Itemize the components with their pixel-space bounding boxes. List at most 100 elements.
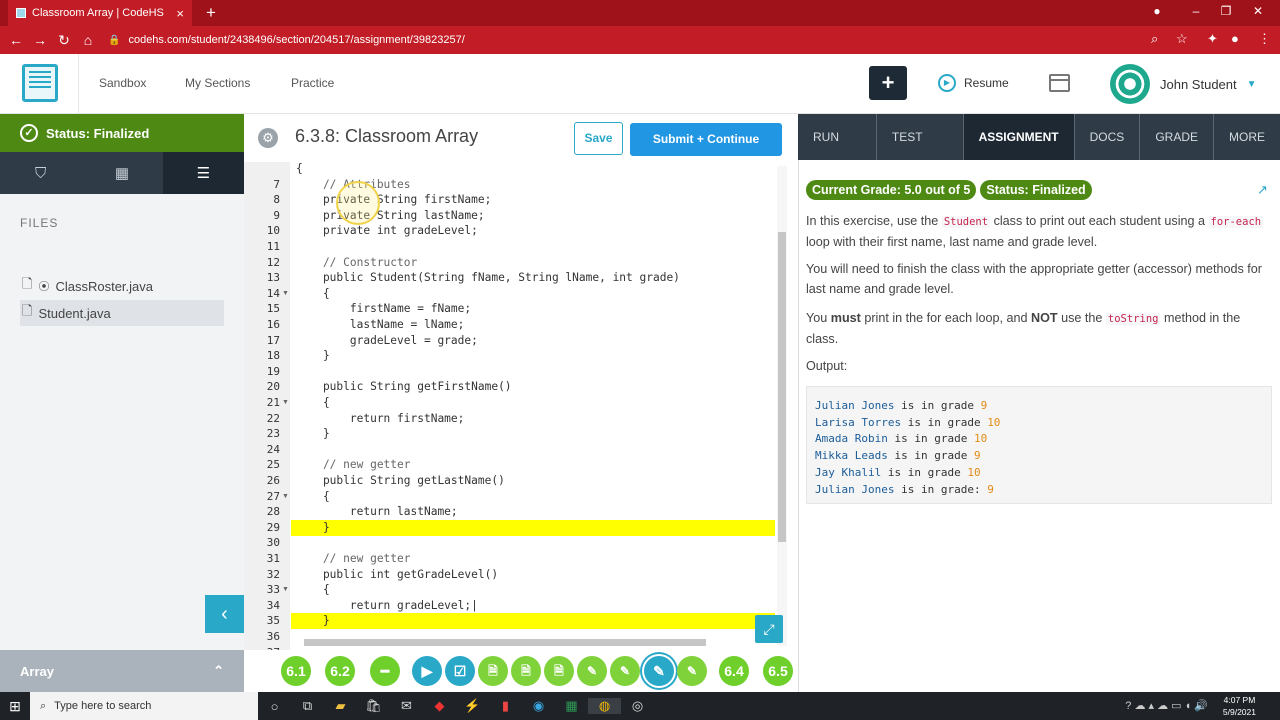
layout-icon[interactable] bbox=[1049, 74, 1070, 92]
maximize-button[interactable]: ❐ bbox=[1211, 4, 1241, 18]
code-line[interactable]: } bbox=[296, 427, 330, 440]
bookmark-star-icon[interactable]: ☆ bbox=[1176, 31, 1188, 47]
tab-run-code[interactable]: RUN CODE bbox=[798, 114, 877, 190]
minimize-button[interactable]: – bbox=[1181, 4, 1211, 18]
nav-practice[interactable]: Practice bbox=[291, 76, 334, 90]
horizontal-scrollbar[interactable] bbox=[290, 638, 775, 647]
close-tab-icon[interactable]: × bbox=[176, 6, 184, 21]
code-line[interactable]: firstName = fName; bbox=[296, 302, 471, 315]
browser-tab[interactable]: Classroom Array | CodeHS × bbox=[8, 0, 192, 26]
code-line[interactable]: { bbox=[296, 287, 330, 300]
lesson-6-5[interactable]: 6.5 bbox=[763, 656, 793, 686]
close-window-button[interactable]: ✕ bbox=[1243, 4, 1273, 18]
fold-arrow-icon[interactable]: ▼ bbox=[282, 586, 289, 593]
vertical-scrollbar[interactable] bbox=[777, 166, 787, 646]
code-line[interactable]: // new getter bbox=[296, 552, 411, 565]
scroll-thumb[interactable] bbox=[778, 232, 786, 542]
pencil-icon[interactable]: ✎ bbox=[577, 656, 607, 686]
edge-icon[interactable]: ◉ bbox=[522, 698, 555, 714]
forward-icon[interactable]: → bbox=[28, 32, 52, 48]
minus-icon[interactable]: ━ bbox=[370, 656, 400, 686]
code-line[interactable]: return firstName; bbox=[296, 412, 465, 425]
code-line[interactable]: lastName = lName; bbox=[296, 318, 465, 331]
lesson-6-2[interactable]: 6.2 bbox=[325, 656, 355, 686]
codehs-logo-icon[interactable] bbox=[22, 64, 58, 102]
nav-my-sections[interactable]: My Sections bbox=[185, 76, 250, 90]
calendar-tab[interactable]: ▦ bbox=[81, 152, 162, 194]
code-line[interactable]: private String firstName; bbox=[296, 193, 491, 206]
url-field[interactable]: codehs.com/student/2438496/section/20451… bbox=[128, 34, 464, 46]
lesson-6-1[interactable]: 6.1 bbox=[281, 656, 311, 686]
video-icon[interactable]: ▶ bbox=[412, 656, 442, 686]
file-item-classroster[interactable]: 🗋 ⦿ ClassRoster.java bbox=[20, 273, 224, 299]
task-view-icon[interactable]: ⧉ bbox=[291, 698, 324, 714]
lesson-6-4[interactable]: 6.4 bbox=[719, 656, 749, 686]
code-line[interactable]: public String getFirstName() bbox=[296, 380, 512, 393]
app-icon[interactable]: ◆ bbox=[423, 698, 456, 714]
code-line[interactable]: private String lastName; bbox=[296, 209, 485, 222]
code-line[interactable]: // Constructor bbox=[296, 256, 417, 269]
fold-arrow-icon[interactable]: ▼ bbox=[282, 290, 289, 297]
code-line[interactable]: { bbox=[296, 162, 303, 175]
cortana-icon[interactable]: ○ bbox=[258, 699, 291, 714]
code-line[interactable]: public String getLastName() bbox=[296, 474, 505, 487]
section-bar[interactable]: Array ⌃ bbox=[0, 650, 244, 692]
expand-icon[interactable]: ⤢ bbox=[755, 615, 783, 643]
code-line[interactable]: } bbox=[296, 614, 330, 627]
files-tab[interactable]: ☰ bbox=[162, 152, 244, 194]
nav-sandbox[interactable]: Sandbox bbox=[99, 76, 146, 90]
map-tab[interactable]: ⛉ bbox=[0, 152, 81, 194]
app-icon[interactable]: ◎ bbox=[621, 698, 654, 714]
create-button[interactable]: + bbox=[869, 66, 907, 100]
code-line[interactable]: { bbox=[296, 396, 330, 409]
document-icon[interactable]: 🗎 bbox=[478, 656, 508, 686]
file-explorer-icon[interactable]: ▰ bbox=[324, 698, 357, 714]
code-editor[interactable]: {7 // Attributes 8 private String firstNa… bbox=[244, 162, 788, 650]
fold-arrow-icon[interactable]: ▼ bbox=[282, 399, 289, 406]
home-icon[interactable]: ⌂ bbox=[76, 32, 100, 48]
tab-docs[interactable]: DOCS bbox=[1075, 114, 1141, 160]
app-icon[interactable]: ⚡ bbox=[456, 698, 489, 714]
user-menu[interactable]: John Student ▼ bbox=[1110, 64, 1257, 104]
menu-dots-icon[interactable]: ⋮ bbox=[1258, 31, 1271, 47]
external-link-icon[interactable]: ↗ bbox=[1257, 182, 1268, 198]
chrome-icon[interactable]: ◍ bbox=[588, 698, 621, 714]
pencil-icon[interactable]: ✎ bbox=[677, 656, 707, 686]
tab-assignment[interactable]: ASSIGNMENT bbox=[963, 114, 1075, 160]
document-icon[interactable]: 🗎 bbox=[511, 656, 541, 686]
app-icon[interactable]: ▮ bbox=[489, 698, 522, 714]
check-square-icon[interactable]: ☑ bbox=[445, 656, 475, 686]
pencil-icon-current[interactable]: ✎ bbox=[644, 656, 674, 686]
collapse-sidebar-button[interactable]: ‹ bbox=[205, 595, 244, 633]
new-tab-button[interactable]: + bbox=[202, 3, 220, 23]
extensions-icon[interactable]: ✦ bbox=[1207, 31, 1218, 47]
excel-icon[interactable]: ▦ bbox=[555, 698, 588, 714]
store-icon[interactable]: 🛍 bbox=[357, 698, 390, 714]
code-line[interactable]: } bbox=[296, 521, 330, 534]
fold-arrow-icon[interactable]: ▼ bbox=[282, 493, 289, 500]
zoom-icon[interactable]: ⌕ bbox=[1151, 31, 1158, 47]
code-line[interactable]: // new getter bbox=[296, 458, 411, 471]
mail-icon[interactable]: ✉ bbox=[390, 698, 423, 714]
resume-button[interactable]: ▶ Resume bbox=[938, 74, 1009, 92]
tab-grade[interactable]: GRADE bbox=[1140, 114, 1214, 160]
scroll-thumb[interactable] bbox=[304, 639, 706, 646]
reload-icon[interactable]: ↻ bbox=[52, 32, 76, 49]
system-tray[interactable]: ? ☁ ▴ ☁ ▭ ◖ 🔊 bbox=[1125, 699, 1208, 712]
profile-icon[interactable]: ● bbox=[1142, 4, 1172, 18]
code-line[interactable]: return lastName; bbox=[296, 505, 458, 518]
pencil-icon[interactable]: ✎ bbox=[610, 656, 640, 686]
gear-icon[interactable]: ⚙ bbox=[258, 128, 278, 148]
code-line[interactable]: { bbox=[296, 583, 330, 596]
submit-continue-button[interactable]: Submit + Continue bbox=[630, 123, 782, 156]
back-icon[interactable]: ← bbox=[4, 32, 28, 48]
taskbar-search[interactable]: ⌕ Type here to search bbox=[30, 692, 258, 720]
code-line[interactable]: gradeLevel = grade; bbox=[296, 334, 478, 347]
code-line[interactable]: { bbox=[296, 490, 330, 503]
code-line[interactable]: return gradeLevel;| bbox=[296, 599, 478, 612]
clock[interactable]: 4:07 PM 5/9/2021 bbox=[1223, 694, 1256, 718]
file-item-student[interactable]: 🗋 Student.java bbox=[20, 300, 224, 326]
windows-start-icon[interactable]: ⊞ bbox=[0, 698, 30, 715]
document-icon[interactable]: 🗎 bbox=[544, 656, 574, 686]
code-line[interactable]: } bbox=[296, 349, 330, 362]
